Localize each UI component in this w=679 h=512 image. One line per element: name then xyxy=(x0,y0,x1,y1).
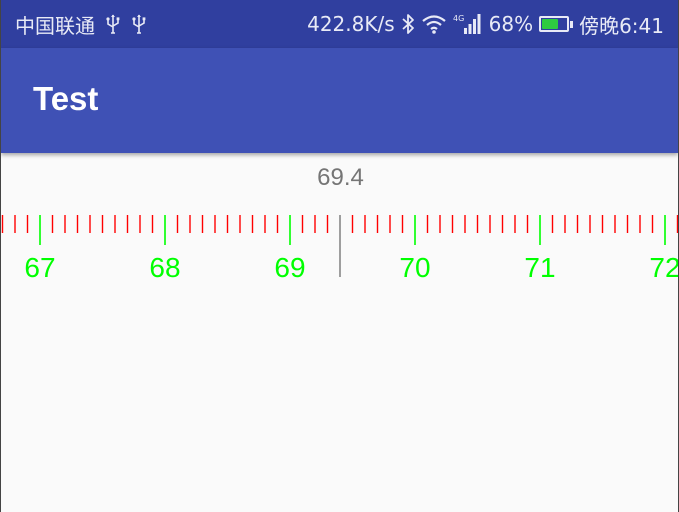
usb-icon xyxy=(105,14,121,34)
ruler-scale[interactable]: 67 68 69 70 71 72 xyxy=(1,205,679,295)
ruler-label: 71 xyxy=(524,252,555,283)
status-right: 422.8K/s 4G 68% 傍晚6:41 xyxy=(307,10,664,39)
ruler-label: 68 xyxy=(149,252,180,283)
phone-screen: 中国联通 422.8K/s 4G 68% 傍晚6:41 Test 69.4 67… xyxy=(0,0,679,512)
ruler-value-readout: 69.4 xyxy=(317,164,364,191)
ruler-label: 69 xyxy=(274,252,305,283)
battery-percent-label: 68% xyxy=(488,12,534,36)
signal-icon: 4G xyxy=(453,13,483,35)
status-left: 中国联通 xyxy=(15,10,147,39)
clock-label: 傍晚6:41 xyxy=(579,13,664,38)
battery-icon xyxy=(539,16,574,32)
app-bar: Test xyxy=(1,48,678,153)
battery-fill xyxy=(542,19,559,29)
net-speed-label: 422.8K/s xyxy=(307,12,395,36)
app-title: Test xyxy=(33,80,99,117)
wifi-icon xyxy=(421,14,447,34)
ruler-label: 67 xyxy=(24,252,55,283)
carrier-label: 中国联通 xyxy=(15,13,95,38)
network-type-label: 4G xyxy=(453,14,464,23)
status-bar: 中国联通 422.8K/s 4G 68% 傍晚6:41 xyxy=(1,0,678,48)
ruler-label: 70 xyxy=(399,252,430,283)
usb-icon xyxy=(131,14,147,34)
bluetooth-icon xyxy=(401,13,415,35)
ruler-label: 72 xyxy=(649,252,679,283)
